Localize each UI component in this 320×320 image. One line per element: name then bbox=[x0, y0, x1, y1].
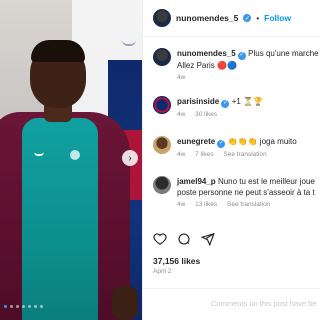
follow-button[interactable]: Follow bbox=[264, 13, 291, 23]
comment-item: parisinside ✓ +1 ⏳🏆 4w 30 likes bbox=[153, 96, 320, 118]
see-translation-link[interactable]: See translation bbox=[223, 151, 266, 158]
post-modal: › nunomendes_5 ✓ • Follow nunomendes_5 ✓… bbox=[0, 0, 320, 320]
comment-age: 4w bbox=[177, 150, 186, 158]
comment-text-line2: poste personne ne peut s'asseoir à ta t bbox=[177, 188, 315, 197]
share-icon[interactable] bbox=[201, 232, 215, 246]
avatar[interactable] bbox=[153, 48, 171, 66]
comment-text: +1 ⏳🏆 bbox=[231, 97, 263, 106]
comment-likes[interactable]: 7 likes bbox=[195, 151, 213, 158]
verified-icon: ✓ bbox=[243, 14, 252, 22]
caption: nunomendes_5 ✓ Plus qu'une marche Allez … bbox=[153, 48, 320, 81]
comment-age: 4w bbox=[177, 110, 186, 118]
comment-item: eunegrete ✓ 👏👏👏 joga muito 4w 7 likes Se… bbox=[153, 136, 320, 158]
comment-likes[interactable]: 30 likes bbox=[195, 111, 217, 118]
caption-text: Plus qu'une marche bbox=[248, 49, 319, 58]
heart-icon[interactable] bbox=[153, 232, 167, 246]
avatar[interactable] bbox=[153, 136, 171, 154]
carousel-next-button[interactable]: › bbox=[122, 150, 138, 166]
chevron-right-icon: › bbox=[128, 152, 132, 164]
post-header: nunomendes_5 ✓ • Follow bbox=[153, 8, 291, 28]
comment-icon[interactable] bbox=[177, 232, 191, 246]
author-username[interactable]: nunomendes_5 bbox=[176, 13, 238, 23]
post-date: April 2 bbox=[153, 268, 172, 275]
divider bbox=[143, 36, 320, 37]
caption-username[interactable]: nunomendes_5 bbox=[177, 49, 236, 58]
comment-username[interactable]: parisinside bbox=[177, 97, 219, 106]
comment-text: Nuno tu est le meilleur joue bbox=[217, 177, 315, 186]
comment-username[interactable]: jamel94_p bbox=[177, 177, 216, 186]
post-photo: › bbox=[0, 0, 142, 320]
action-bar bbox=[153, 232, 215, 246]
comment-item: jamel94_p Nuno tu est le meilleur joue p… bbox=[153, 176, 320, 208]
comments-limited-notice: Comments on this post have be bbox=[211, 299, 317, 308]
comment-age: 4w bbox=[177, 201, 186, 208]
avatar[interactable] bbox=[153, 9, 171, 27]
verified-icon: ✓ bbox=[221, 99, 230, 108]
caption-text-line2: Allez Paris 🔴🔵 bbox=[177, 60, 237, 70]
verified-icon: ✓ bbox=[217, 139, 226, 148]
see-translation-link[interactable]: See translation bbox=[227, 201, 270, 208]
comment-text: 👏👏👏 joga muito bbox=[227, 137, 297, 146]
comment-likes[interactable]: 13 likes bbox=[195, 201, 217, 208]
avatar[interactable] bbox=[153, 176, 171, 194]
likes-count[interactable]: 37,156 likes bbox=[153, 256, 200, 266]
verified-icon: ✓ bbox=[237, 51, 246, 60]
avatar[interactable] bbox=[153, 96, 171, 114]
post-side-panel: nunomendes_5 ✓ • Follow nunomendes_5 ✓ P… bbox=[142, 0, 320, 320]
dot-separator: • bbox=[256, 13, 260, 23]
carousel-dots bbox=[0, 305, 142, 308]
caption-age: 4w bbox=[177, 73, 186, 81]
divider bbox=[143, 288, 320, 289]
comment-username[interactable]: eunegrete bbox=[177, 137, 215, 146]
